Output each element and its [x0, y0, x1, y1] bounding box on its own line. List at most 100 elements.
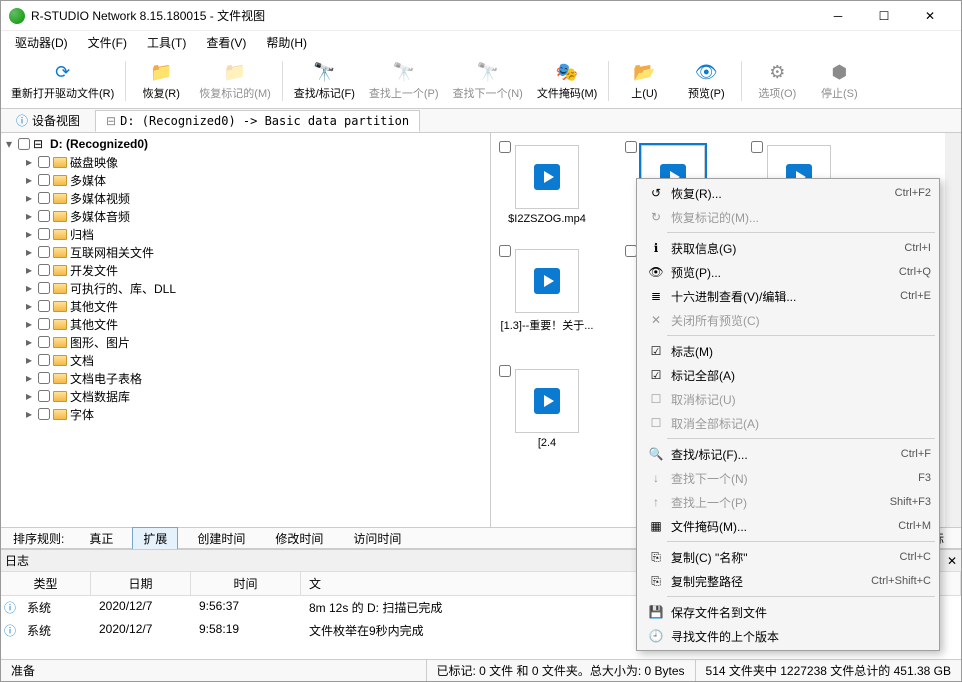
context-menu-item[interactable]: ≣十六进制查看(V)/编辑...Ctrl+E: [639, 284, 937, 308]
sort-atime[interactable]: 访问时间: [342, 527, 412, 550]
tree-item-check[interactable]: [38, 228, 50, 240]
tab-device-view[interactable]: ⓘ设备视图: [5, 108, 91, 133]
menu-view[interactable]: 查看(V): [198, 32, 254, 53]
tree-item-check[interactable]: [38, 336, 50, 348]
tree-item-check[interactable]: [38, 282, 50, 294]
menu-tool[interactable]: 工具(T): [139, 32, 194, 53]
tree-item-label[interactable]: 多媒体: [70, 172, 106, 189]
reopen-drive-button[interactable]: ⟳重新打开驱动文件(R): [5, 55, 120, 107]
tree-item-label[interactable]: 互联网相关文件: [70, 244, 154, 261]
context-menu-item[interactable]: ℹ获取信息(G)Ctrl+I: [639, 236, 937, 260]
tree-item-label[interactable]: 文档数据库: [70, 388, 130, 405]
expand-toggle[interactable]: ▸: [23, 299, 35, 313]
tree-item-label[interactable]: 归档: [70, 226, 94, 243]
maximize-button[interactable]: ☐: [861, 1, 907, 31]
tree-item-check[interactable]: [38, 174, 50, 186]
file-check[interactable]: [499, 141, 511, 153]
tree-item-label[interactable]: 文档电子表格: [70, 370, 142, 387]
col-date[interactable]: 日期: [91, 572, 191, 595]
tree-root-check[interactable]: [18, 138, 30, 150]
tree-item-check[interactable]: [38, 246, 50, 258]
options-button[interactable]: ⚙选项(O): [747, 55, 807, 107]
tree-item-check[interactable]: [38, 390, 50, 402]
tree-item-label[interactable]: 多媒体视频: [70, 190, 130, 207]
context-menu-item[interactable]: 👁预览(P)...Ctrl+Q: [639, 260, 937, 284]
tree-item-check[interactable]: [38, 264, 50, 276]
sort-ctime[interactable]: 创建时间: [186, 527, 256, 550]
context-menu-item[interactable]: ☑标志(M): [639, 339, 937, 363]
tab-path[interactable]: ⊟D: (Recognized0) -> Basic data partitio…: [95, 110, 420, 132]
context-menu-item[interactable]: ⎘复制完整路径Ctrl+Shift+C: [639, 569, 937, 593]
expand-toggle[interactable]: ▸: [23, 407, 35, 421]
file-item[interactable]: $I2ZSZOG.mp4: [499, 141, 595, 225]
preview-button[interactable]: 👁预览(P): [676, 55, 736, 107]
folder-tree[interactable]: ▾⊟D: (Recognized0) ▸磁盘映像▸多媒体▸多媒体视频▸多媒体音频…: [1, 133, 491, 527]
sort-ext[interactable]: 扩展: [132, 527, 178, 550]
menu-drive[interactable]: 驱动器(D): [7, 32, 76, 53]
tree-item-label[interactable]: 其他文件: [70, 298, 118, 315]
tree-item-check[interactable]: [38, 372, 50, 384]
context-menu-item[interactable]: 💾保存文件名到文件: [639, 600, 937, 624]
menu-file[interactable]: 文件(F): [80, 32, 135, 53]
find-next-button[interactable]: 🔭查找下一个(N): [447, 55, 529, 107]
expand-toggle[interactable]: ▸: [23, 263, 35, 277]
tree-item-label[interactable]: 图形、图片: [70, 334, 130, 351]
file-item[interactable]: [1.3]--重要！关于...: [499, 245, 595, 345]
tree-item-label[interactable]: 其他文件: [70, 316, 118, 333]
expand-toggle[interactable]: ▸: [23, 227, 35, 241]
tree-item-check[interactable]: [38, 300, 50, 312]
expand-toggle[interactable]: ▸: [23, 353, 35, 367]
menu-help[interactable]: 帮助(H): [258, 32, 315, 53]
tree-item-label[interactable]: 多媒体音频: [70, 208, 130, 225]
context-menu-item[interactable]: 🔍查找/标记(F)...Ctrl+F: [639, 442, 937, 466]
context-menu-item[interactable]: ☑标记全部(A): [639, 363, 937, 387]
expand-toggle[interactable]: ▸: [23, 371, 35, 385]
expand-toggle[interactable]: ▾: [3, 137, 15, 151]
expand-toggle[interactable]: ▸: [23, 209, 35, 223]
expand-toggle[interactable]: ▸: [23, 335, 35, 349]
tree-item-check[interactable]: [38, 354, 50, 366]
file-check[interactable]: [499, 365, 511, 377]
close-button[interactable]: ✕: [907, 1, 953, 31]
expand-toggle[interactable]: ▸: [23, 281, 35, 295]
expand-toggle[interactable]: ▸: [23, 317, 35, 331]
tree-item-label[interactable]: 文档: [70, 352, 94, 369]
tree-item-check[interactable]: [38, 192, 50, 204]
col-time[interactable]: 时间: [191, 572, 301, 595]
expand-toggle[interactable]: ▸: [23, 245, 35, 259]
expand-toggle[interactable]: ▸: [23, 155, 35, 169]
tree-item-check[interactable]: [38, 210, 50, 222]
minimize-button[interactable]: ─: [815, 1, 861, 31]
context-menu-item[interactable]: ↺恢复(R)...Ctrl+F2: [639, 181, 937, 205]
tree-item-check[interactable]: [38, 156, 50, 168]
context-menu-item[interactable]: ⎘复制(C) "名称"Ctrl+C: [639, 545, 937, 569]
col-type[interactable]: 类型: [1, 572, 91, 595]
tree-item-label[interactable]: 可执行的、库、DLL: [70, 280, 176, 297]
file-item[interactable]: [2.4: [499, 365, 595, 449]
file-check[interactable]: [499, 245, 511, 257]
tree-item-check[interactable]: [38, 318, 50, 330]
tree-item-check[interactable]: [38, 408, 50, 420]
sort-mtime[interactable]: 修改时间: [264, 527, 334, 550]
recover-marked-button[interactable]: 📁恢复标记的(M): [193, 55, 277, 107]
expand-toggle[interactable]: ▸: [23, 191, 35, 205]
find-mark-button[interactable]: 🔭查找/标记(F): [288, 55, 361, 107]
stop-button[interactable]: ⬢停止(S): [809, 55, 869, 107]
file-check[interactable]: [751, 141, 763, 153]
tree-item-label[interactable]: 磁盘映像: [70, 154, 118, 171]
vertical-scrollbar[interactable]: [945, 133, 961, 527]
menu-item-label: 取消全部标记(A): [667, 415, 931, 432]
find-prev-button[interactable]: 🔭查找上一个(P): [363, 55, 445, 107]
expand-toggle[interactable]: ▸: [23, 389, 35, 403]
up-button[interactable]: 📂上(U): [614, 55, 674, 107]
expand-toggle[interactable]: ▸: [23, 173, 35, 187]
context-menu-item[interactable]: ▦文件掩码(M)...Ctrl+M: [639, 514, 937, 538]
tree-item-label[interactable]: 字体: [70, 406, 94, 423]
log-close-button[interactable]: ✕: [947, 554, 957, 568]
sort-real[interactable]: 真正: [78, 527, 124, 550]
context-menu-item[interactable]: 🕘寻找文件的上个版本: [639, 624, 937, 648]
recover-button[interactable]: 📁恢复(R): [131, 55, 191, 107]
file-mask-button[interactable]: 🎭文件掩码(M): [531, 55, 604, 107]
file-check[interactable]: [625, 141, 637, 153]
tree-item-label[interactable]: 开发文件: [70, 262, 118, 279]
